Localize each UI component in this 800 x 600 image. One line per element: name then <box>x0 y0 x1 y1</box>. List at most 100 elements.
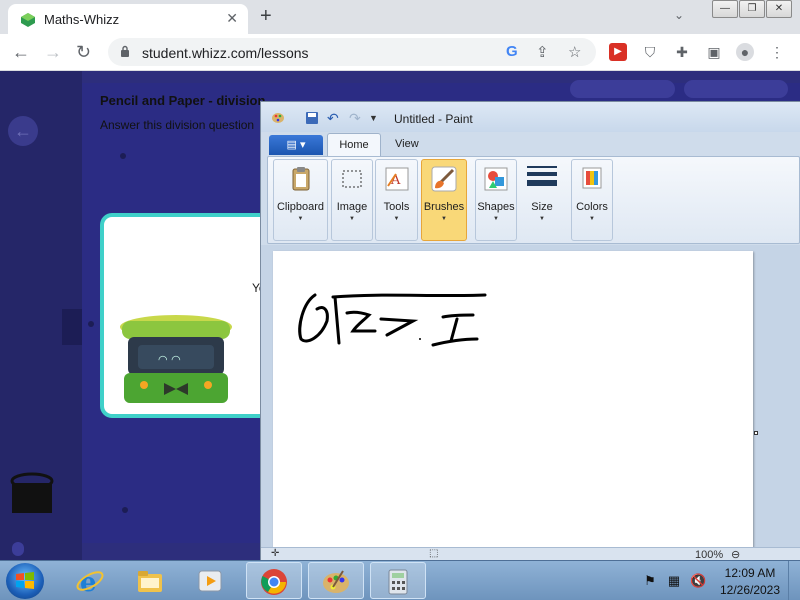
clipboard-dropdown-icon: ▼ <box>297 216 304 222</box>
image-group[interactable]: Image ▼ <box>331 159 373 241</box>
clipboard-group[interactable]: Clipboard ▼ <box>273 159 328 241</box>
extensions-puzzle-icon[interactable]: ✚ <box>673 43 691 61</box>
windows-logo-icon <box>16 572 34 589</box>
tab-close-icon[interactable]: ✕ <box>226 10 238 27</box>
side-panel-icon[interactable]: ▣ <box>705 43 723 61</box>
calculator-icon <box>388 569 408 595</box>
browser-toolbar: ← → ↻ student.whizz.com/lessons G ⇪ ☆ ▶ … <box>0 34 800 71</box>
paint-menu-button[interactable]: ▤ ▾ <box>269 135 323 155</box>
cursor-position-icon: ✛ <box>271 548 280 559</box>
clipboard-label: Clipboard <box>276 201 325 213</box>
back-arrow-icon[interactable]: ← <box>12 40 30 64</box>
drawing-canvas[interactable] <box>273 251 753 551</box>
decor-dot <box>120 153 126 159</box>
robot-character-icon: ◠ ◠ <box>120 315 232 403</box>
bookmark-star-icon[interactable]: ☆ <box>568 43 581 61</box>
show-desktop-button[interactable] <box>788 561 800 600</box>
media-player-icon <box>198 570 222 592</box>
clock-time[interactable]: 12:09 AM <box>700 566 800 580</box>
tab-view[interactable]: View <box>395 138 419 150</box>
forward-arrow-icon[interactable]: → <box>44 40 62 64</box>
taskbar-chrome[interactable] <box>246 562 302 599</box>
chrome-icon <box>261 569 287 595</box>
whizz-favicon-icon <box>21 13 35 27</box>
browser-tab-bar: Maths-Whizz ✕ + ⌄ — ❐ ✕ <box>0 0 800 34</box>
network-icon[interactable]: ▦ <box>666 573 682 589</box>
colors-icon <box>582 167 602 189</box>
select-icon <box>342 170 362 188</box>
svg-text:◠ ◠: ◠ ◠ <box>158 353 181 366</box>
tools-dropdown-icon: ▼ <box>393 216 400 222</box>
browser-tab[interactable]: Maths-Whizz ✕ <box>8 4 248 34</box>
lesson-back-icon[interactable]: ← <box>8 116 38 146</box>
side-tab[interactable] <box>62 309 82 345</box>
image-dropdown-icon: ▼ <box>349 216 355 222</box>
lesson-info-pill-2 <box>684 80 788 98</box>
save-icon[interactable] <box>305 111 319 125</box>
image-label: Image <box>336 201 368 213</box>
taskbar-media-player[interactable] <box>182 562 238 599</box>
address-bar[interactable]: student.whizz.com/lessons G ⇪ ☆ <box>108 38 596 66</box>
lesson-title: Pencil and Paper - division <box>100 93 266 108</box>
profile-avatar-icon[interactable]: ● <box>736 43 754 61</box>
clipboard-icon <box>292 167 309 191</box>
brushes-label: Brushes <box>423 201 465 213</box>
tools-icon: A <box>385 167 408 191</box>
minimize-icon[interactable]: — <box>712 0 738 18</box>
colors-dropdown-icon: ▼ <box>589 216 595 222</box>
taskbar-calculator[interactable] <box>370 562 426 599</box>
tab-home[interactable]: Home <box>327 133 381 156</box>
brushes-dropdown-icon: ▼ <box>441 216 447 222</box>
size-label: Size <box>531 201 553 213</box>
lock-icon <box>121 45 129 57</box>
clock-date[interactable]: 12/26/2023 <box>700 583 800 597</box>
internet-explorer-icon: e <box>76 568 104 596</box>
ribbon: Clipboard ▼ Image ▼ A Tools ▼ Brushes ▼ … <box>267 156 800 244</box>
browser-menu-icon[interactable]: ⋮ <box>768 43 786 61</box>
colors-label: Colors <box>576 201 608 213</box>
size-group[interactable]: Size ▼ <box>520 159 564 241</box>
size-icon <box>527 166 557 186</box>
quick-access-dropdown-icon[interactable]: ▼ <box>369 111 383 125</box>
extension-red-icon[interactable]: ▶ <box>609 43 627 61</box>
selection-size-icon: ⬚ <box>429 548 439 559</box>
maximize-icon[interactable]: ❐ <box>739 0 765 18</box>
taskbar-internet-explorer[interactable]: e <box>62 562 118 599</box>
canvas-area <box>261 245 800 551</box>
colors-group[interactable]: Colors ▼ <box>571 159 613 241</box>
handwritten-division-drawing <box>298 293 487 347</box>
shield-icon[interactable]: ⛉ <box>641 43 659 61</box>
taskbar-file-explorer[interactable] <box>122 562 178 599</box>
taskbar-paint[interactable] <box>308 562 364 599</box>
lesson-info-pill <box>570 80 675 98</box>
browser-window-controls: — ❐ ✕ <box>711 0 792 18</box>
new-tab-button[interactable]: + <box>260 4 272 28</box>
tools-group[interactable]: A Tools ▼ <box>375 159 418 241</box>
paint-title-bar: ↶ ↷ ▼ Untitled - Paint <box>261 102 800 132</box>
paint-window: ↶ ↷ ▼ Untitled - Paint ▤ ▾ Home View Cli… <box>260 101 800 562</box>
shapes-dropdown-icon: ▼ <box>493 216 499 222</box>
shapes-label: Shapes <box>477 201 515 213</box>
canvas-resize-handle[interactable] <box>754 431 758 435</box>
start-button[interactable] <box>6 563 44 599</box>
ribbon-tabs: ▤ ▾ Home View <box>261 132 800 156</box>
reload-icon[interactable]: ↻ <box>76 40 91 64</box>
redo-icon[interactable]: ↷ <box>349 111 363 125</box>
brushes-group[interactable]: Brushes ▼ <box>421 159 467 241</box>
tools-label: Tools <box>383 201 410 213</box>
undo-icon[interactable]: ↶ <box>327 111 341 125</box>
share-icon[interactable]: ⇪ <box>536 43 549 61</box>
paint-window-title: Untitled - Paint <box>394 112 473 126</box>
page-footer-pill <box>12 542 24 556</box>
decor-dot <box>122 507 128 513</box>
tab-search-icon[interactable]: ⌄ <box>674 8 684 22</box>
paint-app-icon[interactable] <box>271 111 285 125</box>
taskbar: e ⚑ ▦ 🔇 12:09 AM 12/26/2023 <box>0 560 800 600</box>
close-window-icon[interactable]: ✕ <box>766 0 792 18</box>
google-icon[interactable]: G <box>506 43 518 60</box>
size-dropdown-icon: ▼ <box>539 216 545 222</box>
folder-icon <box>138 571 162 592</box>
action-center-flag-icon[interactable]: ⚑ <box>642 573 658 589</box>
shapes-group[interactable]: Shapes ▼ <box>475 159 517 241</box>
shapes-icon <box>484 167 508 191</box>
